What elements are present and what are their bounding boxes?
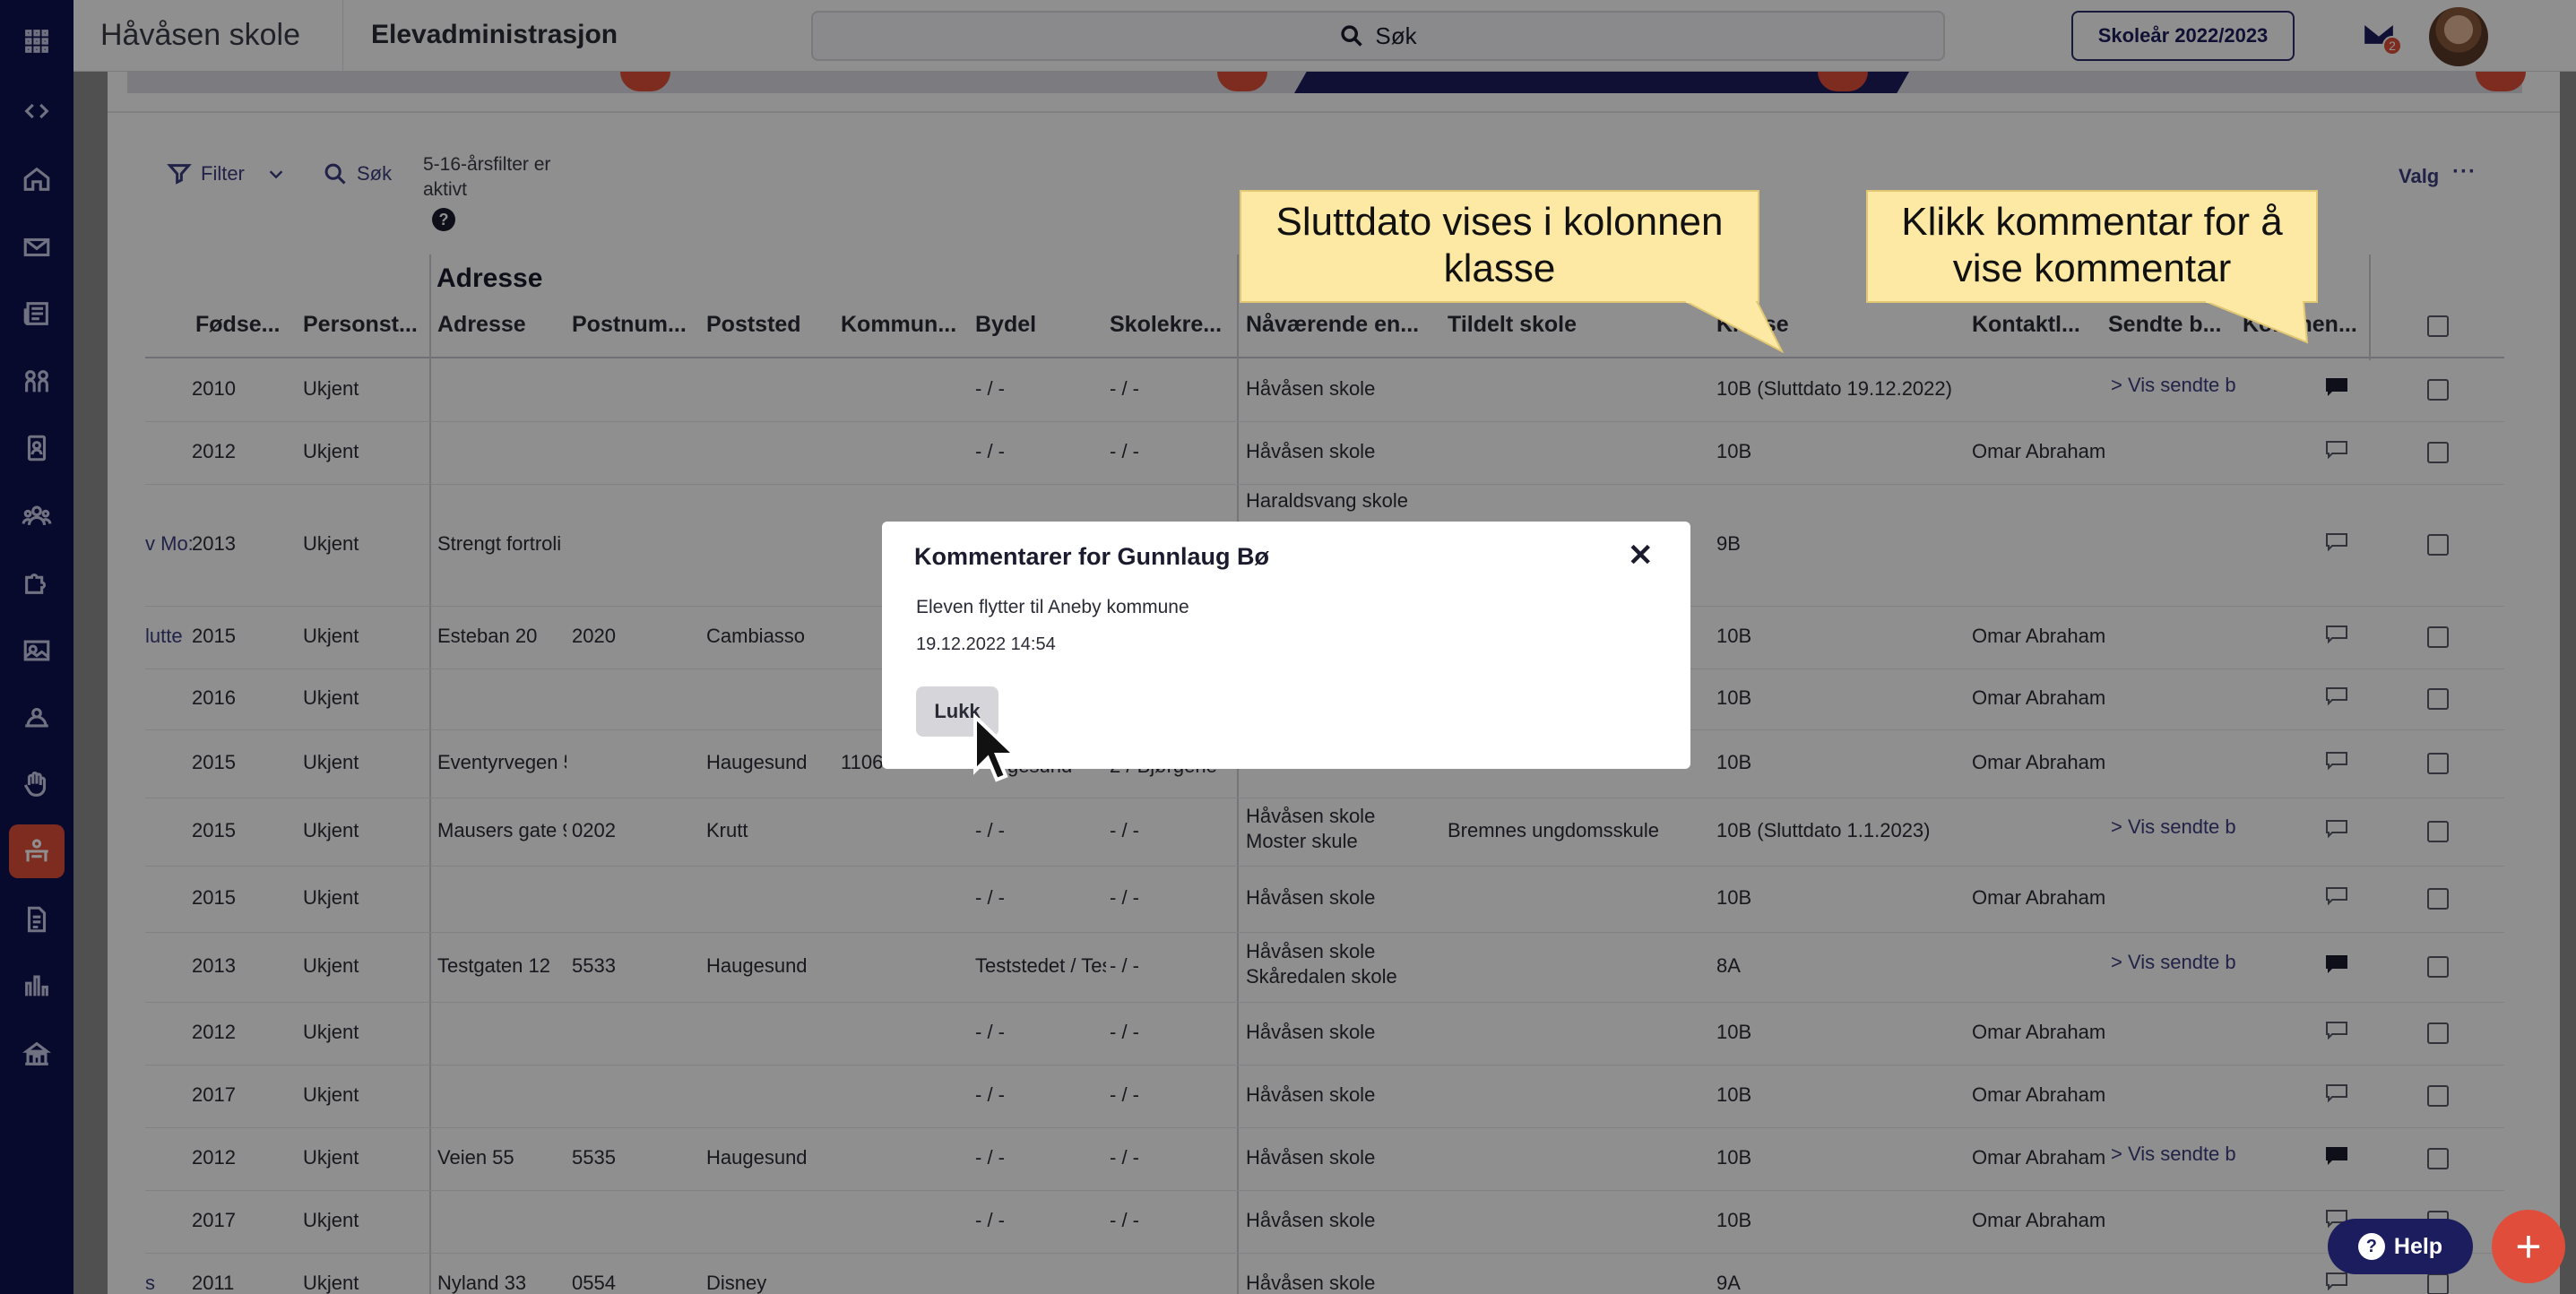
help-icon: ? <box>2357 1233 2385 1260</box>
callout-kommentar-pointer <box>2205 301 2309 344</box>
comment-text: Eleven flytter til Aneby kommune <box>916 597 1189 617</box>
callout-sluttdato-pointer <box>1685 301 1784 354</box>
close-icon[interactable]: ✕ <box>1628 538 1654 574</box>
callout-sluttdato: Sluttdato vises i kolonnen klasse <box>1240 190 1759 303</box>
add-button[interactable]: + <box>2492 1210 2565 1283</box>
dialog-title: Kommentarer for Gunnlaug Bø <box>914 543 1270 570</box>
help-label: Help <box>2393 1233 2443 1259</box>
help-button[interactable]: ? Help <box>2328 1219 2473 1274</box>
mouse-cursor-icon <box>973 713 1019 782</box>
comment-timestamp: 19.12.2022 14:54 <box>916 634 1056 654</box>
callout-kommentar: Klikk kommentar for å vise kommentar <box>1866 190 2318 303</box>
